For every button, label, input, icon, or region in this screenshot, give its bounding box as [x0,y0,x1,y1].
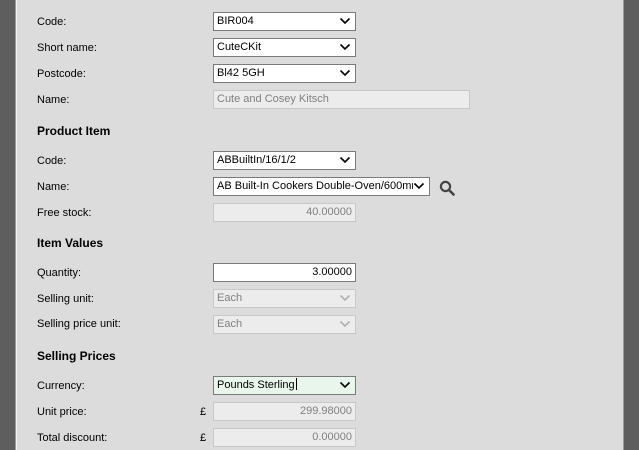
total-discount-field: 0.00000 [213,428,356,447]
selling-price-unit-label: Selling price unit: [37,318,121,330]
product-name-value: AB Built-In Cookers Double-Oven/600mm [217,180,421,192]
unit-price-field: 299.98000 [213,402,356,421]
product-item-heading: Product Item [37,124,111,138]
total-discount-currency-symbol: £ [200,432,207,444]
product-code-select[interactable]: ABBuiltIn/16/1/2 [213,151,356,170]
chevron-down-icon[interactable] [339,152,351,169]
postcode-value: Bl42 5GH [217,67,265,79]
currency-value: Pounds Sterling [217,379,295,391]
customer-code-value: BIR004 [217,15,254,27]
customer-code-select[interactable]: BIR004 [213,12,356,31]
unit-price-currency-symbol: £ [200,406,207,418]
chevron-down-icon[interactable] [413,178,425,195]
product-code-value: ABBuiltIn/16/1/2 [217,154,296,166]
short-name-select[interactable]: CuteCKit [213,38,356,57]
free-stock-label: Free stock: [37,207,92,219]
selling-prices-heading: Selling Prices [37,349,116,363]
currency-label: Currency: [37,380,85,392]
chevron-down-icon[interactable] [339,377,351,394]
selling-unit-value: Each [217,292,243,304]
short-name-value: CuteCKit [217,41,262,53]
short-name-label: Short name: [37,42,97,54]
postcode-label: Postcode: [37,68,86,80]
item-values-heading: Item Values [37,236,104,250]
postcode-select[interactable]: Bl42 5GH [213,64,356,83]
chevron-down-icon[interactable] [339,13,351,30]
chevron-down-icon[interactable] [339,65,351,82]
product-code-label: Code: [37,155,67,167]
chevron-down-icon [339,316,351,333]
chevron-down-icon[interactable] [339,39,351,56]
currency-select[interactable]: Pounds Sterling [213,376,356,395]
text-caret [295,378,297,390]
customer-name-label: Name: [37,94,70,106]
customer-code-label: Code: [37,16,67,28]
product-name-select[interactable]: AB Built-In Cookers Double-Oven/600mm [213,177,430,196]
selling-price-unit-select: Each [213,315,356,334]
product-name-label: Name: [37,181,70,193]
total-discount-label: Total discount: [37,432,108,444]
customer-name-field: Cute and Cosey Kitsch [213,90,470,109]
chevron-down-icon [339,290,351,307]
quantity-input[interactable]: 3.00000 [213,263,356,282]
free-stock-field: 40.00000 [213,203,356,222]
quantity-label: Quantity: [37,267,82,279]
selling-unit-select: Each [213,289,356,308]
unit-price-label: Unit price: [37,406,87,418]
search-icon[interactable] [439,180,455,196]
selling-unit-label: Selling unit: [37,293,94,305]
selling-price-unit-value: Each [217,318,243,330]
